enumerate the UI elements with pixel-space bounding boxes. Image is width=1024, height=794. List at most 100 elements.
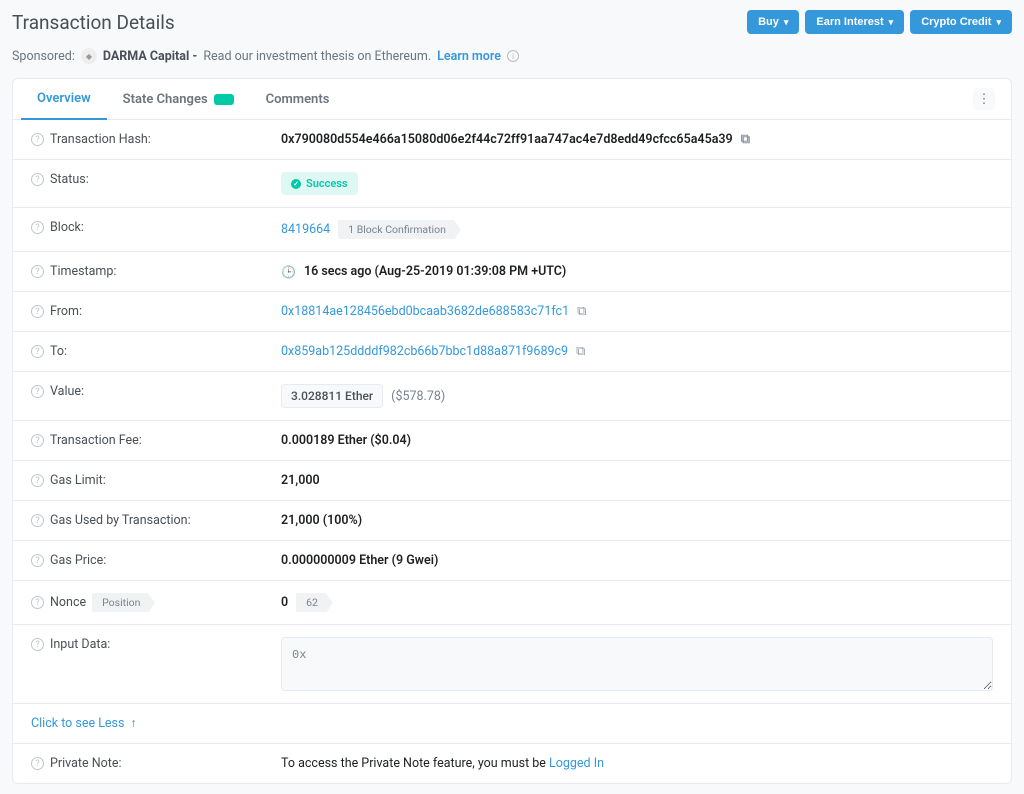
label-fee: Transaction Fee: bbox=[50, 433, 142, 448]
tab-overview[interactable]: Overview bbox=[21, 79, 107, 120]
row-gas-used: ? Gas Used by Transaction: 21,000 (100%) bbox=[13, 501, 1011, 541]
check-icon: ✓ bbox=[291, 179, 301, 189]
label-status: Status: bbox=[50, 172, 89, 187]
credit-label: Crypto Credit bbox=[921, 16, 991, 28]
value-nonce: 0 bbox=[281, 595, 288, 610]
label-gas-used: Gas Used by Transaction: bbox=[50, 513, 191, 528]
row-private-note: ? Private Note: To access the Private No… bbox=[13, 744, 1011, 783]
row-from: ? From: 0x18814ae128456ebd0bcaab3682de68… bbox=[13, 292, 1011, 332]
label-from: From: bbox=[50, 304, 82, 319]
sponsor-text: Read our investment thesis on Ethereum. bbox=[203, 49, 431, 64]
row-input-data: ? Input Data: bbox=[13, 625, 1011, 704]
tab-state-label: State Changes bbox=[123, 92, 208, 107]
help-icon[interactable]: ? bbox=[31, 345, 44, 358]
new-badge-icon bbox=[214, 94, 234, 105]
logged-in-link[interactable]: Logged In bbox=[549, 756, 604, 771]
arrow-up-icon: ↑ bbox=[130, 716, 136, 731]
value-fee: 0.000189 Ether ($0.04) bbox=[281, 433, 411, 448]
header-buttons: Buy ▾ Earn Interest ▾ Crypto Credit ▾ bbox=[747, 10, 1012, 34]
input-data-textarea[interactable] bbox=[281, 637, 993, 691]
see-less-label: Click to see Less bbox=[31, 716, 124, 731]
row-value: ? Value: 3.028811 Ether ($578.78) bbox=[13, 372, 1011, 421]
crypto-credit-button[interactable]: Crypto Credit ▾ bbox=[910, 10, 1012, 34]
row-see-less: Click to see Less ↑ bbox=[13, 704, 1011, 744]
clock-icon: 🕒 bbox=[281, 265, 296, 279]
help-icon[interactable]: ? bbox=[31, 757, 44, 770]
value-usd: ($578.78) bbox=[391, 389, 445, 404]
block-link[interactable]: 8419664 bbox=[281, 222, 330, 237]
help-icon[interactable]: ? bbox=[31, 385, 44, 398]
buy-label: Buy bbox=[758, 16, 779, 28]
block-confirmations: 1 Block Confirmation bbox=[338, 220, 454, 239]
row-fee: ? Transaction Fee: 0.000189 Ether ($0.04… bbox=[13, 421, 1011, 461]
row-block: ? Block: 8419664 1 Block Confirmation bbox=[13, 208, 1011, 252]
help-icon[interactable]: ? bbox=[31, 474, 44, 487]
value-gas-used: 21,000 (100%) bbox=[281, 513, 362, 528]
copy-icon[interactable]: ⧉ bbox=[741, 132, 750, 147]
chevron-down-icon: ▾ bbox=[889, 17, 894, 28]
header: Transaction Details Buy ▾ Earn Interest … bbox=[12, 10, 1012, 34]
label-to: To: bbox=[50, 344, 67, 359]
nonce-position-label: Position bbox=[92, 593, 148, 612]
help-icon[interactable]: ? bbox=[31, 265, 44, 278]
help-icon[interactable]: ? bbox=[31, 173, 44, 186]
sponsor-learn-more-link[interactable]: Learn more bbox=[437, 49, 501, 64]
row-timestamp: ? Timestamp: 🕒 16 secs ago (Aug-25-2019 … bbox=[13, 252, 1011, 292]
value-status: Success bbox=[306, 177, 348, 190]
details-card: Overview State Changes Comments ⋮ ? Tran… bbox=[12, 78, 1012, 784]
tab-comments-label: Comments bbox=[266, 92, 330, 107]
copy-icon[interactable]: ⧉ bbox=[576, 344, 585, 359]
value-nonce-pos: 62 bbox=[296, 593, 326, 612]
help-icon[interactable]: ? bbox=[31, 596, 44, 609]
copy-icon[interactable]: ⧉ bbox=[577, 304, 586, 319]
page-title: Transaction Details bbox=[12, 11, 175, 34]
chevron-down-icon: ▾ bbox=[784, 17, 789, 28]
more-options-button[interactable]: ⋮ bbox=[973, 88, 995, 110]
help-icon[interactable]: ? bbox=[31, 514, 44, 527]
buy-button[interactable]: Buy ▾ bbox=[747, 10, 799, 34]
to-address-link[interactable]: 0x859ab125ddddf982cb66b7bbc1d88a871f9689… bbox=[281, 344, 568, 359]
row-gas-limit: ? Gas Limit: 21,000 bbox=[13, 461, 1011, 501]
value-timestamp: 16 secs ago (Aug-25-2019 01:39:08 PM +UT… bbox=[304, 264, 566, 279]
value-gas-price: 0.000000009 Ether (9 Gwei) bbox=[281, 553, 438, 568]
value-hash: 0x790080d554e466a15080d06e2f44c72ff91aa7… bbox=[281, 132, 733, 147]
help-icon[interactable]: ? bbox=[31, 133, 44, 146]
row-gas-price: ? Gas Price: 0.000000009 Ether (9 Gwei) bbox=[13, 541, 1011, 581]
row-nonce: ? Nonce Position 0 62 bbox=[13, 581, 1011, 625]
label-hash: Transaction Hash: bbox=[50, 132, 151, 147]
see-less-link[interactable]: Click to see Less ↑ bbox=[31, 716, 137, 731]
help-icon[interactable]: ? bbox=[31, 638, 44, 651]
earn-label: Earn Interest bbox=[816, 16, 883, 28]
label-gas-price: Gas Price: bbox=[50, 553, 106, 568]
from-address-link[interactable]: 0x18814ae128456ebd0bcaab3682de688583c71f… bbox=[281, 304, 569, 319]
info-icon[interactable]: i bbox=[507, 50, 519, 62]
row-hash: ? Transaction Hash: 0x790080d554e466a150… bbox=[13, 120, 1011, 160]
tab-comments[interactable]: Comments bbox=[250, 80, 346, 119]
help-icon[interactable]: ? bbox=[31, 305, 44, 318]
row-to: ? To: 0x859ab125ddddf982cb66b7bbc1d88a87… bbox=[13, 332, 1011, 372]
label-gas-limit: Gas Limit: bbox=[50, 473, 106, 488]
status-badge: ✓ Success bbox=[281, 172, 358, 195]
chevron-down-icon: ▾ bbox=[996, 17, 1001, 28]
value-gas-limit: 21,000 bbox=[281, 473, 320, 488]
tabs-row: Overview State Changes Comments ⋮ bbox=[13, 79, 1011, 120]
label-block: Block: bbox=[50, 220, 84, 235]
label-nonce: Nonce bbox=[50, 595, 86, 610]
help-icon[interactable]: ? bbox=[31, 434, 44, 447]
sponsored-banner: Sponsored: ◆ DARMA Capital - Read our in… bbox=[12, 48, 1012, 64]
help-icon[interactable]: ? bbox=[31, 221, 44, 234]
sponsored-prefix: Sponsored: bbox=[12, 49, 75, 64]
earn-interest-button[interactable]: Earn Interest ▾ bbox=[805, 10, 904, 34]
label-input: Input Data: bbox=[50, 637, 110, 652]
label-value: Value: bbox=[50, 384, 84, 399]
private-note-text: To access the Private Note feature, you … bbox=[281, 756, 549, 771]
tab-state-changes[interactable]: State Changes bbox=[107, 80, 250, 119]
value-ether: 3.028811 Ether bbox=[281, 384, 383, 408]
sponsor-name: DARMA Capital - bbox=[103, 49, 197, 64]
tab-overview-label: Overview bbox=[37, 91, 91, 106]
sponsor-logo-icon: ◆ bbox=[81, 48, 97, 64]
row-status: ? Status: ✓ Success bbox=[13, 160, 1011, 208]
label-timestamp: Timestamp: bbox=[50, 264, 116, 279]
help-icon[interactable]: ? bbox=[31, 554, 44, 567]
label-private-note: Private Note: bbox=[50, 756, 122, 771]
